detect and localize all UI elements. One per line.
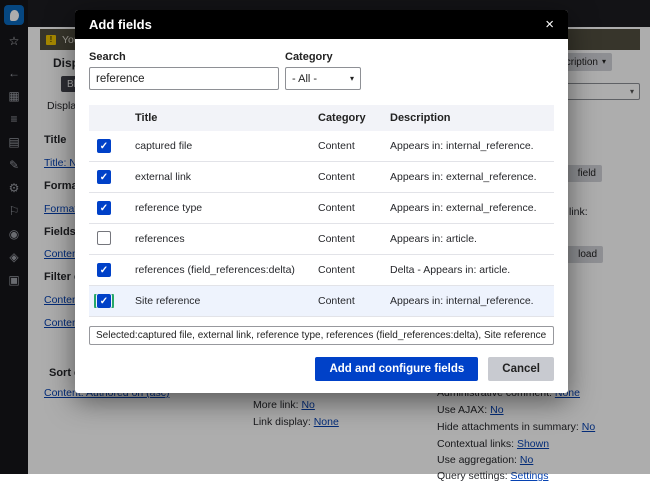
dialog-header: Add fields × [75, 10, 568, 39]
table-row[interactable]: external link Content Appears in: extern… [89, 162, 554, 193]
table-row[interactable]: references Content Appears in: article. [89, 224, 554, 255]
table-row[interactable]: captured file Content Appears in: intern… [89, 131, 554, 162]
field-description: Delta - Appears in: article. [390, 264, 554, 276]
field-category: Content [318, 171, 390, 183]
table-row[interactable]: references (field_references:delta) Cont… [89, 255, 554, 286]
category-select[interactable]: - All - ▾ [285, 67, 361, 90]
field-description: Appears in: external_reference. [390, 202, 554, 214]
row-checkbox[interactable] [97, 263, 111, 277]
field-title: references (field_references:delta) [135, 264, 318, 276]
field-title: references [135, 233, 318, 245]
fields-table: Title Category Description captured file… [89, 105, 554, 317]
search-label: Search [89, 51, 279, 63]
category-selected-value: - All - [292, 73, 317, 85]
field-description: Appears in: internal_reference. [390, 140, 554, 152]
close-icon[interactable]: × [545, 17, 554, 32]
field-description: Appears in: internal_reference. [390, 295, 554, 307]
dialog-title: Add fields [89, 17, 545, 32]
field-category: Content [318, 295, 390, 307]
category-label: Category [285, 51, 361, 63]
row-checkbox[interactable] [97, 201, 111, 215]
field-description: Appears in: article. [390, 233, 554, 245]
category-control: Category - All - ▾ [285, 51, 361, 90]
description-column-header: Description [390, 112, 554, 124]
field-category: Content [318, 233, 390, 245]
selected-fields-summary: Selected:captured file, external link, r… [89, 326, 554, 345]
dialog-body: Search Category - All - ▾ Title Category… [75, 39, 568, 393]
table-row[interactable]: Site reference Content Appears in: inter… [89, 286, 554, 317]
field-category: Content [318, 264, 390, 276]
category-column-header: Category [318, 112, 390, 124]
table-header-row: Title Category Description [89, 105, 554, 131]
add-and-configure-button[interactable]: Add and configure fields [315, 357, 478, 381]
field-title: external link [135, 171, 318, 183]
field-title: captured file [135, 140, 318, 152]
row-checkbox[interactable] [97, 231, 111, 245]
row-checkbox[interactable] [97, 294, 111, 308]
search-control: Search [89, 51, 279, 90]
field-title: reference type [135, 202, 318, 214]
table-row[interactable]: reference type Content Appears in: exter… [89, 193, 554, 224]
dialog-footer: Add and configure fields Cancel [89, 357, 554, 381]
field-description: Appears in: external_reference. [390, 171, 554, 183]
search-input[interactable] [89, 67, 279, 90]
field-category: Content [318, 202, 390, 214]
add-fields-dialog: Add fields × Search Category - All - ▾ T… [75, 10, 568, 393]
row-checkbox[interactable] [97, 170, 111, 184]
row-checkbox[interactable] [97, 139, 111, 153]
field-category: Content [318, 140, 390, 152]
filter-controls: Search Category - All - ▾ [89, 51, 554, 97]
field-title: Site reference [135, 295, 318, 307]
chevron-down-icon: ▾ [350, 75, 354, 83]
title-column-header: Title [135, 112, 318, 124]
cancel-button[interactable]: Cancel [488, 357, 554, 381]
